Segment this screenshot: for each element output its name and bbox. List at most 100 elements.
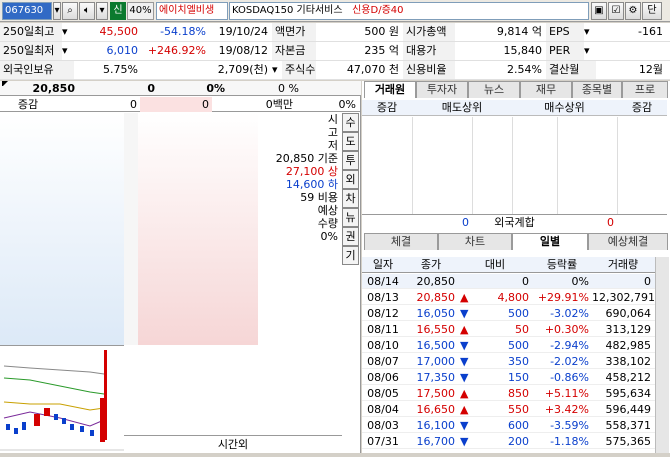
up-arrow-icon: ▲ (460, 403, 469, 416)
speaker-dropdown-icon[interactable]: ▾ (96, 2, 108, 20)
daily-rate: -2.02% (550, 355, 589, 368)
down-arrow-icon: ▼ (460, 419, 469, 432)
side-btn-gi[interactable]: 기 (342, 246, 359, 265)
daily-scrollbar[interactable] (655, 257, 669, 453)
daily-volume: 338,102 (605, 355, 652, 368)
high250-price: 45,500 (99, 25, 139, 38)
daily-close: 16,650 (416, 403, 456, 416)
tab-program[interactable]: 프로 (622, 81, 668, 98)
side-btn-gwon[interactable]: 권 (342, 227, 359, 246)
tab-by-stock[interactable]: 종목별 (572, 81, 622, 98)
low-label: 저 (327, 139, 338, 152)
candle (90, 430, 94, 436)
diff-b: 0 (140, 97, 212, 112)
fiscal-label: 결산월 (546, 61, 596, 79)
daily-close: 17,000 (416, 355, 456, 368)
tabs-top: 거래원 투자자 뉴스 재무 종목별 프로 (362, 81, 670, 98)
daily-row[interactable]: 08/13 20,850 4,800 +29.91% 12,302,791 ▲ (362, 290, 667, 305)
ratio: 59 비용 (300, 191, 338, 204)
tab-news[interactable]: 뉴스 (468, 81, 520, 98)
low250-pct: +246.92% (147, 44, 206, 57)
foreign-sum-row: 0 외국계합 0 (362, 214, 667, 230)
tab-investor[interactable]: 투자자 (416, 81, 468, 98)
tab-financial[interactable]: 재무 (520, 81, 572, 98)
low250-label: 250일최저 (0, 42, 62, 60)
candle (14, 428, 18, 434)
daily-date: 08/13 (367, 291, 399, 304)
gear-icon[interactable]: ⚙ (625, 2, 641, 20)
capital-label: 자본금 (272, 42, 316, 60)
eps-value: -161 (638, 25, 663, 38)
side-btn-su[interactable]: 수 (342, 113, 359, 132)
single-mode-button[interactable]: 단 (642, 2, 662, 20)
info-row-high: 250일최고 ▾ 45,500 -54.18% 19/10/24 액면가 500… (0, 23, 670, 42)
tab-expected[interactable]: 예상체결 (588, 233, 668, 250)
daily-row[interactable]: 08/10 16,500 500 -2.94% 482,985 ▼ (362, 338, 667, 353)
info-row-foreign: 외국인보유 5.75% 2,709(천) ▾ 주식수 47,070 천 신용비율… (0, 61, 670, 80)
market-info: KOSDAQ150 기타서비스 신용D/증40 (229, 2, 589, 20)
tab-execution[interactable]: 체결 (364, 233, 438, 250)
daily-table-header: 일자 종가 대비 등락률 거래량 (362, 257, 667, 273)
daily-row[interactable]: 08/14 20,850 0 0% 0 (362, 274, 667, 289)
grid-line (472, 117, 473, 214)
per-dropdown-icon[interactable]: ▾ (584, 42, 596, 60)
candle (34, 414, 40, 426)
speaker-icon[interactable]: 🔈︎ (79, 2, 95, 20)
dropdown-icon[interactable]: ▾ (272, 61, 282, 79)
daily-col-close: 종가 (420, 258, 442, 271)
daily-date: 08/07 (367, 355, 399, 368)
stock-code-input[interactable]: 067630 (2, 2, 52, 20)
side-btn-do[interactable]: 도 (342, 132, 359, 151)
mini-chart-svg (0, 350, 124, 451)
summary-price: 20,850 (32, 82, 75, 95)
side-btn-nyu[interactable]: 뉴 (342, 208, 359, 227)
daily-change: 4,800 (497, 291, 530, 304)
orderbook-summary-row: 20,850 0 0% 0 % (0, 81, 361, 96)
daily-col-volume: 거래량 (607, 258, 639, 271)
daily-col-date: 일자 (372, 258, 394, 271)
daily-col-rate: 등락률 (546, 258, 578, 271)
code-dropdown-arrow-icon[interactable]: ▾ (53, 2, 61, 20)
checkbox-icon[interactable]: ☑ (608, 2, 624, 20)
diff-a: 0 (130, 98, 137, 111)
daily-change: 0 (522, 275, 529, 288)
candle (54, 414, 58, 420)
par-label: 액면가 (272, 23, 316, 41)
expect-label: 예상 (317, 204, 338, 217)
save-icon[interactable]: ▣ (591, 2, 607, 20)
open-label: 시 (327, 113, 338, 126)
mini-candle-chart[interactable] (0, 345, 124, 453)
broker-col-sell: 매도상위 (441, 101, 483, 114)
daily-date: 08/04 (367, 403, 399, 416)
foreign-sum-label: 외국계합 (494, 216, 535, 229)
low250-date: 19/08/12 (218, 44, 268, 57)
daily-row[interactable]: 07/31 16,700 200 -1.18% 575,365 ▼ (362, 434, 667, 449)
side-btn-oe[interactable]: 외 (342, 170, 359, 189)
dropdown-icon[interactable]: ▾ (62, 42, 74, 60)
eps-label: EPS (546, 23, 584, 41)
daily-row[interactable]: 08/04 16,650 550 +3.42% 596,449 ▲ (362, 402, 667, 417)
diff-d: 0% (338, 98, 356, 111)
credit-info: 신용D/증40 (352, 5, 404, 16)
daily-row[interactable]: 08/05 17,500 850 +5.11% 595,634 ▲ (362, 386, 667, 401)
side-btn-tu[interactable]: 투 (342, 151, 359, 170)
ma-line-green (3, 377, 105, 395)
dropdown-icon[interactable]: ▾ (62, 23, 74, 41)
broker-col-buy: 매수상위 (544, 101, 585, 114)
daily-close: 20,850 (416, 275, 456, 288)
eps-dropdown-icon[interactable]: ▾ (584, 23, 596, 41)
daily-row[interactable]: 08/03 16,100 600 -3.59% 558,371 ▼ (362, 418, 667, 433)
daily-row[interactable]: 08/06 17,350 150 -0.86% 458,212 ▼ (362, 370, 667, 385)
tab-broker[interactable]: 거래원 (364, 81, 416, 98)
tab-daily[interactable]: 일별 (512, 233, 588, 250)
grid-line (617, 117, 618, 214)
daily-row[interactable]: 08/07 17,000 350 -2.02% 338,102 ▼ (362, 354, 667, 369)
candle (62, 418, 66, 424)
bid-column (138, 113, 258, 345)
broker-table-header: 증감 매도상위 매수상위 증감 (362, 100, 667, 116)
tab-chart[interactable]: 차트 (438, 233, 512, 250)
side-btn-cha[interactable]: 차 (342, 189, 359, 208)
daily-row[interactable]: 08/12 16,050 500 -3.02% 690,064 ▼ (362, 306, 667, 321)
daily-row[interactable]: 08/11 16,550 50 +0.30% 313,129 ▲ (362, 322, 667, 337)
search-icon[interactable]: ⌕ (62, 2, 78, 20)
